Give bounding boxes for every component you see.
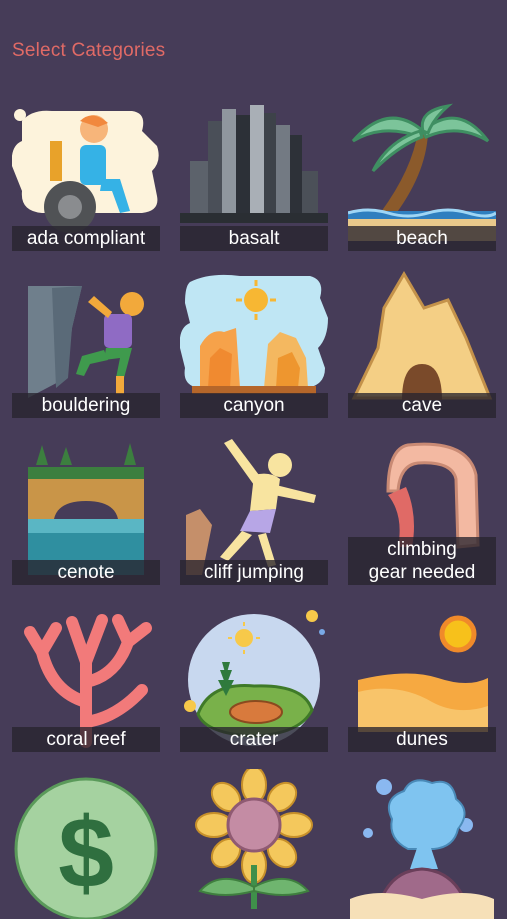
category-label: crater [180,727,328,752]
page-title: Select Categories [12,40,166,61]
category-dunes[interactable]: dunes [348,602,496,752]
svg-text:$: $ [58,797,114,909]
category-basalt[interactable]: basalt [180,101,328,251]
category-label: bouldering [12,393,160,418]
category-label: cliff jumping [180,560,328,585]
category-coral-reef[interactable]: coral reef [12,602,160,752]
category-label-line: gear needed [368,562,476,583]
category-label-line: climbing [387,539,457,560]
category-crater[interactable]: crater [180,602,328,752]
category-label: cenote [12,560,160,585]
category-label: cave [348,393,496,418]
category-label: coral reef [12,727,160,752]
category-cliff-jumping[interactable]: cliff jumping [180,435,328,585]
category-climbing-gear-needed[interactable]: climbing gear needed [348,435,496,585]
category-label: basalt [180,226,328,251]
geyser-icon [350,779,494,919]
category-label: beach [348,226,496,251]
category-label: canyon [180,393,328,418]
category-ada-compliant[interactable]: ada compliant [12,101,160,251]
category-tile-geyser[interactable] [348,769,496,919]
category-canyon[interactable]: canyon [180,268,328,418]
category-tile-sunflower[interactable] [180,769,328,919]
category-label: climbing gear needed [348,537,496,585]
category-beach[interactable]: beach [348,101,496,251]
category-cave[interactable]: cave [348,268,496,418]
sunflower-icon [195,769,313,909]
category-cenote[interactable]: cenote [12,435,160,585]
category-tile-dollar[interactable]: $ [12,769,160,919]
category-bouldering[interactable]: bouldering [12,268,160,418]
category-label: dunes [348,727,496,752]
dollar-icon: $ [14,777,158,919]
category-label: ada compliant [12,226,160,251]
